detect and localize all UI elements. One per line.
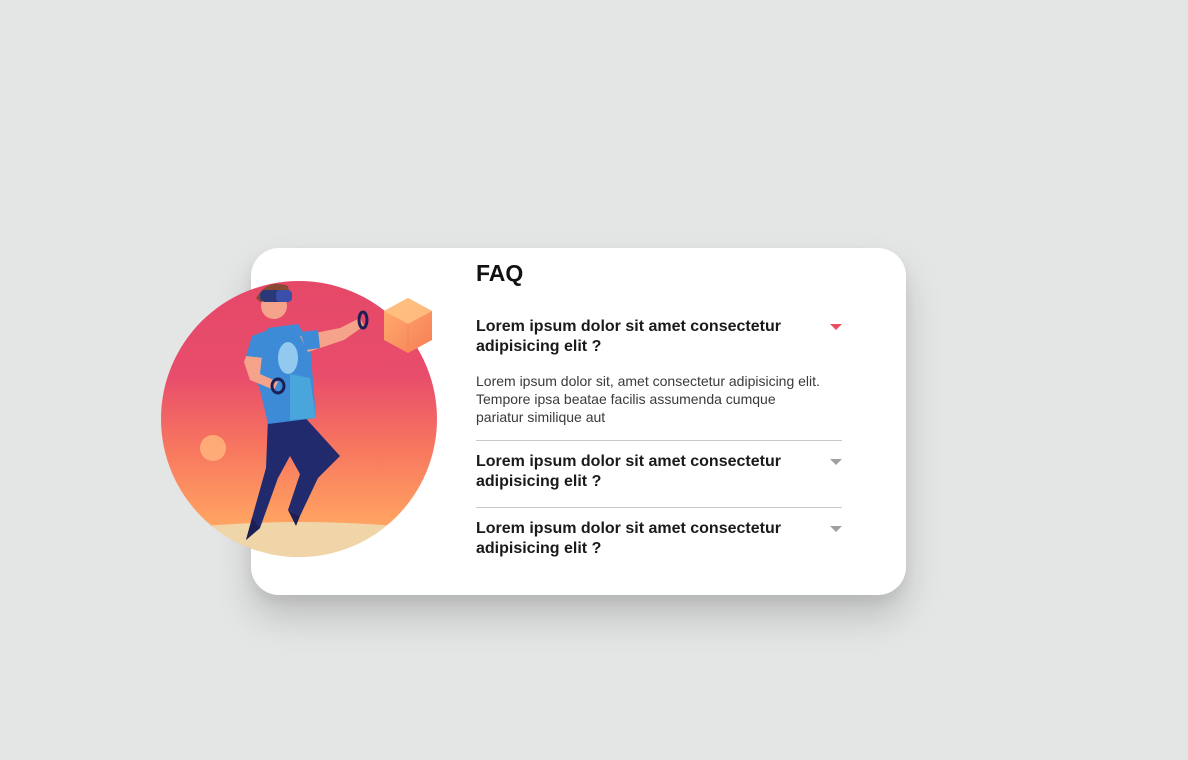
faq-answer-1: Lorem ipsum dolor sit, amet consectetur … xyxy=(476,373,820,425)
caret-down-icon[interactable] xyxy=(830,526,842,532)
faq-title: FAQ xyxy=(476,260,524,286)
faq-question-text: Lorem ipsum dolor sit amet consectetur a… xyxy=(476,318,781,355)
faq-question-2[interactable]: Lorem ipsum dolor sit amet consectetur a… xyxy=(476,452,842,492)
faq-question-text: Lorem ipsum dolor sit amet consectetur a… xyxy=(476,520,781,557)
faq-item-1: Lorem ipsum dolor sit amet consectetur a… xyxy=(476,317,842,441)
caret-down-icon[interactable] xyxy=(830,324,842,330)
vr-person-illustration xyxy=(161,281,437,557)
faq-question-text: Lorem ipsum dolor sit amet consectetur a… xyxy=(476,453,781,490)
faq-item-2: Lorem ipsum dolor sit amet consectetur a… xyxy=(476,441,842,508)
faq-question-3[interactable]: Lorem ipsum dolor sit amet consectetur a… xyxy=(476,519,842,559)
faq-section: FAQ Lorem ipsum dolor sit amet consectet… xyxy=(476,258,842,559)
faq-question-1[interactable]: Lorem ipsum dolor sit amet consectetur a… xyxy=(476,317,842,357)
caret-down-icon[interactable] xyxy=(830,459,842,465)
faq-item-3: Lorem ipsum dolor sit amet consectetur a… xyxy=(476,508,842,559)
